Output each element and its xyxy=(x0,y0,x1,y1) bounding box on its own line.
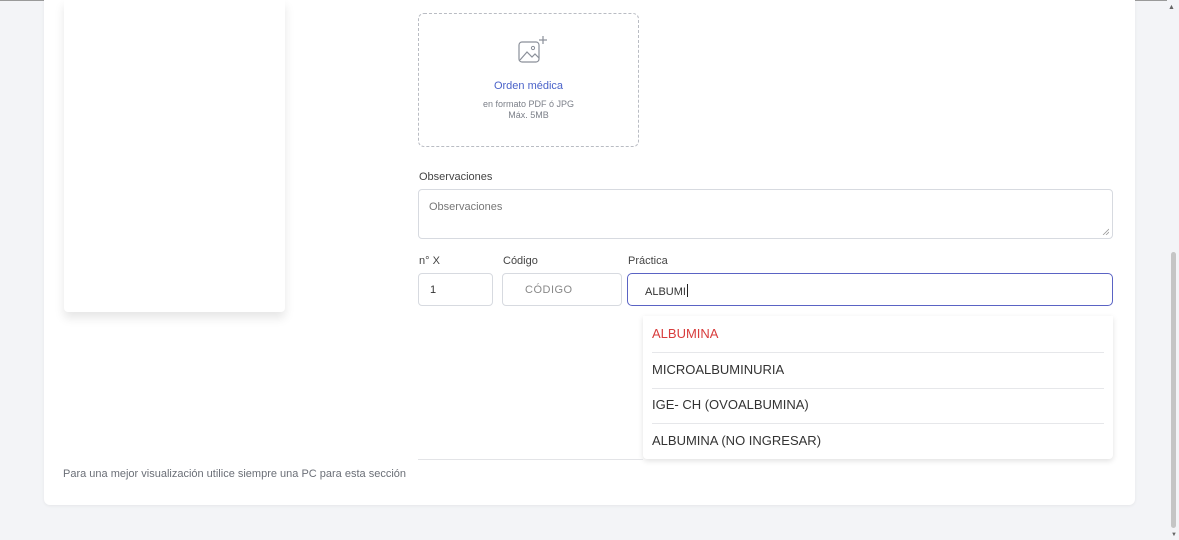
left-panel xyxy=(64,0,285,312)
codigo-placeholder: CÓDIGO xyxy=(525,284,573,296)
practica-input[interactable]: ALBUMI xyxy=(627,273,1113,306)
practica-value: ALBUMI xyxy=(645,286,686,298)
section-divider xyxy=(418,459,643,460)
upload-size-hint: Máx. 5MB xyxy=(508,110,549,120)
codigo-input[interactable]: CÓDIGO xyxy=(502,273,622,306)
dropdown-option[interactable]: ALBUMINA (NO INGRESAR) xyxy=(652,423,1104,459)
dropdown-option[interactable]: ALBUMINA xyxy=(652,316,1104,353)
scroll-up-arrow-icon[interactable]: ▲ xyxy=(1168,4,1175,11)
practica-label: Práctica xyxy=(628,255,668,267)
nx-label: n° X xyxy=(419,255,440,267)
image-add-icon xyxy=(518,36,547,63)
scroll-down-arrow-icon[interactable]: ▼ xyxy=(1171,532,1177,538)
scrollbar-thumb[interactable] xyxy=(1171,252,1176,528)
text-caret xyxy=(686,284,688,297)
dropdown-option[interactable]: MICROALBUMINURIA xyxy=(652,352,1104,389)
nx-value: 1 xyxy=(430,284,437,296)
observaciones-label: Observaciones xyxy=(419,171,493,183)
footer-note: Para una mejor visualización utilice sie… xyxy=(63,468,407,480)
dropdown-option[interactable]: IGE- CH (OVOALBUMINA) xyxy=(652,387,1104,424)
codigo-label: Código xyxy=(503,255,538,267)
upload-format-hint: en formato PDF ó JPG xyxy=(482,99,575,109)
orden-medica-upload[interactable]: Orden médica en formato PDF ó JPG Máx. 5… xyxy=(418,13,639,147)
nx-input[interactable]: 1 xyxy=(418,273,493,306)
observaciones-textarea[interactable]: Observaciones xyxy=(418,189,1113,239)
practica-dropdown: ALBUMINA MICROALBUMINURIA IGE- CH (OVOAL… xyxy=(643,316,1113,459)
resize-grip-icon[interactable] xyxy=(1102,228,1109,235)
upload-title[interactable]: Orden médica xyxy=(419,80,638,92)
observaciones-placeholder: Observaciones xyxy=(429,201,503,213)
